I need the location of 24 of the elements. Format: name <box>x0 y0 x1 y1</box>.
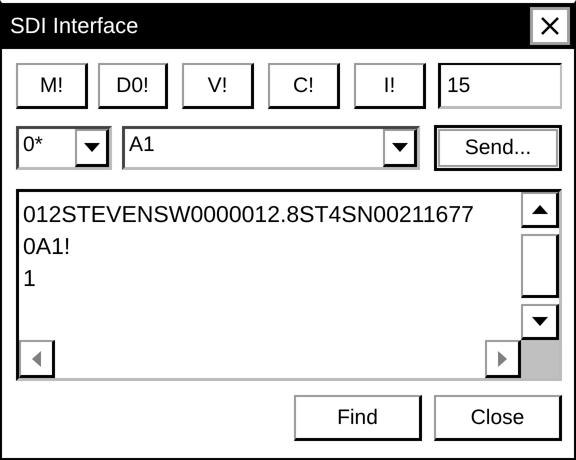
dialog-button[interactable]: Close <box>434 395 562 441</box>
scroll-down-icon[interactable] <box>521 304 559 340</box>
input-field[interactable]: 15 <box>438 63 562 109</box>
output-line: 0A1! <box>23 232 72 261</box>
scroll-thumb[interactable] <box>521 234 559 298</box>
output-line: 012STEVENSW0000012.8ST4SN00211677 <box>23 200 475 229</box>
vertical-scrollbar[interactable] <box>521 192 559 340</box>
command-button[interactable]: D0! <box>98 63 168 109</box>
output-line: 1 <box>23 264 37 293</box>
send-button[interactable]: Send... <box>434 125 562 171</box>
close-icon <box>539 15 561 37</box>
command-button[interactable]: M! <box>16 63 88 109</box>
command-button[interactable]: V! <box>182 63 254 109</box>
dialog-button[interactable]: Find <box>294 395 422 441</box>
scroll-up-icon[interactable] <box>521 192 559 228</box>
command-button[interactable]: I! <box>354 63 426 109</box>
close-button[interactable] <box>530 7 570 45</box>
window-title: SDI Interface <box>10 13 138 39</box>
address-dropdown[interactable]: 0* <box>16 126 112 170</box>
scroll-left-icon[interactable] <box>19 340 55 378</box>
command-button[interactable]: C! <box>268 63 340 109</box>
scroll-right-icon[interactable] <box>485 340 521 378</box>
command-dropdown[interactable]: A1 <box>122 126 420 170</box>
scrollbar-corner <box>521 340 559 378</box>
